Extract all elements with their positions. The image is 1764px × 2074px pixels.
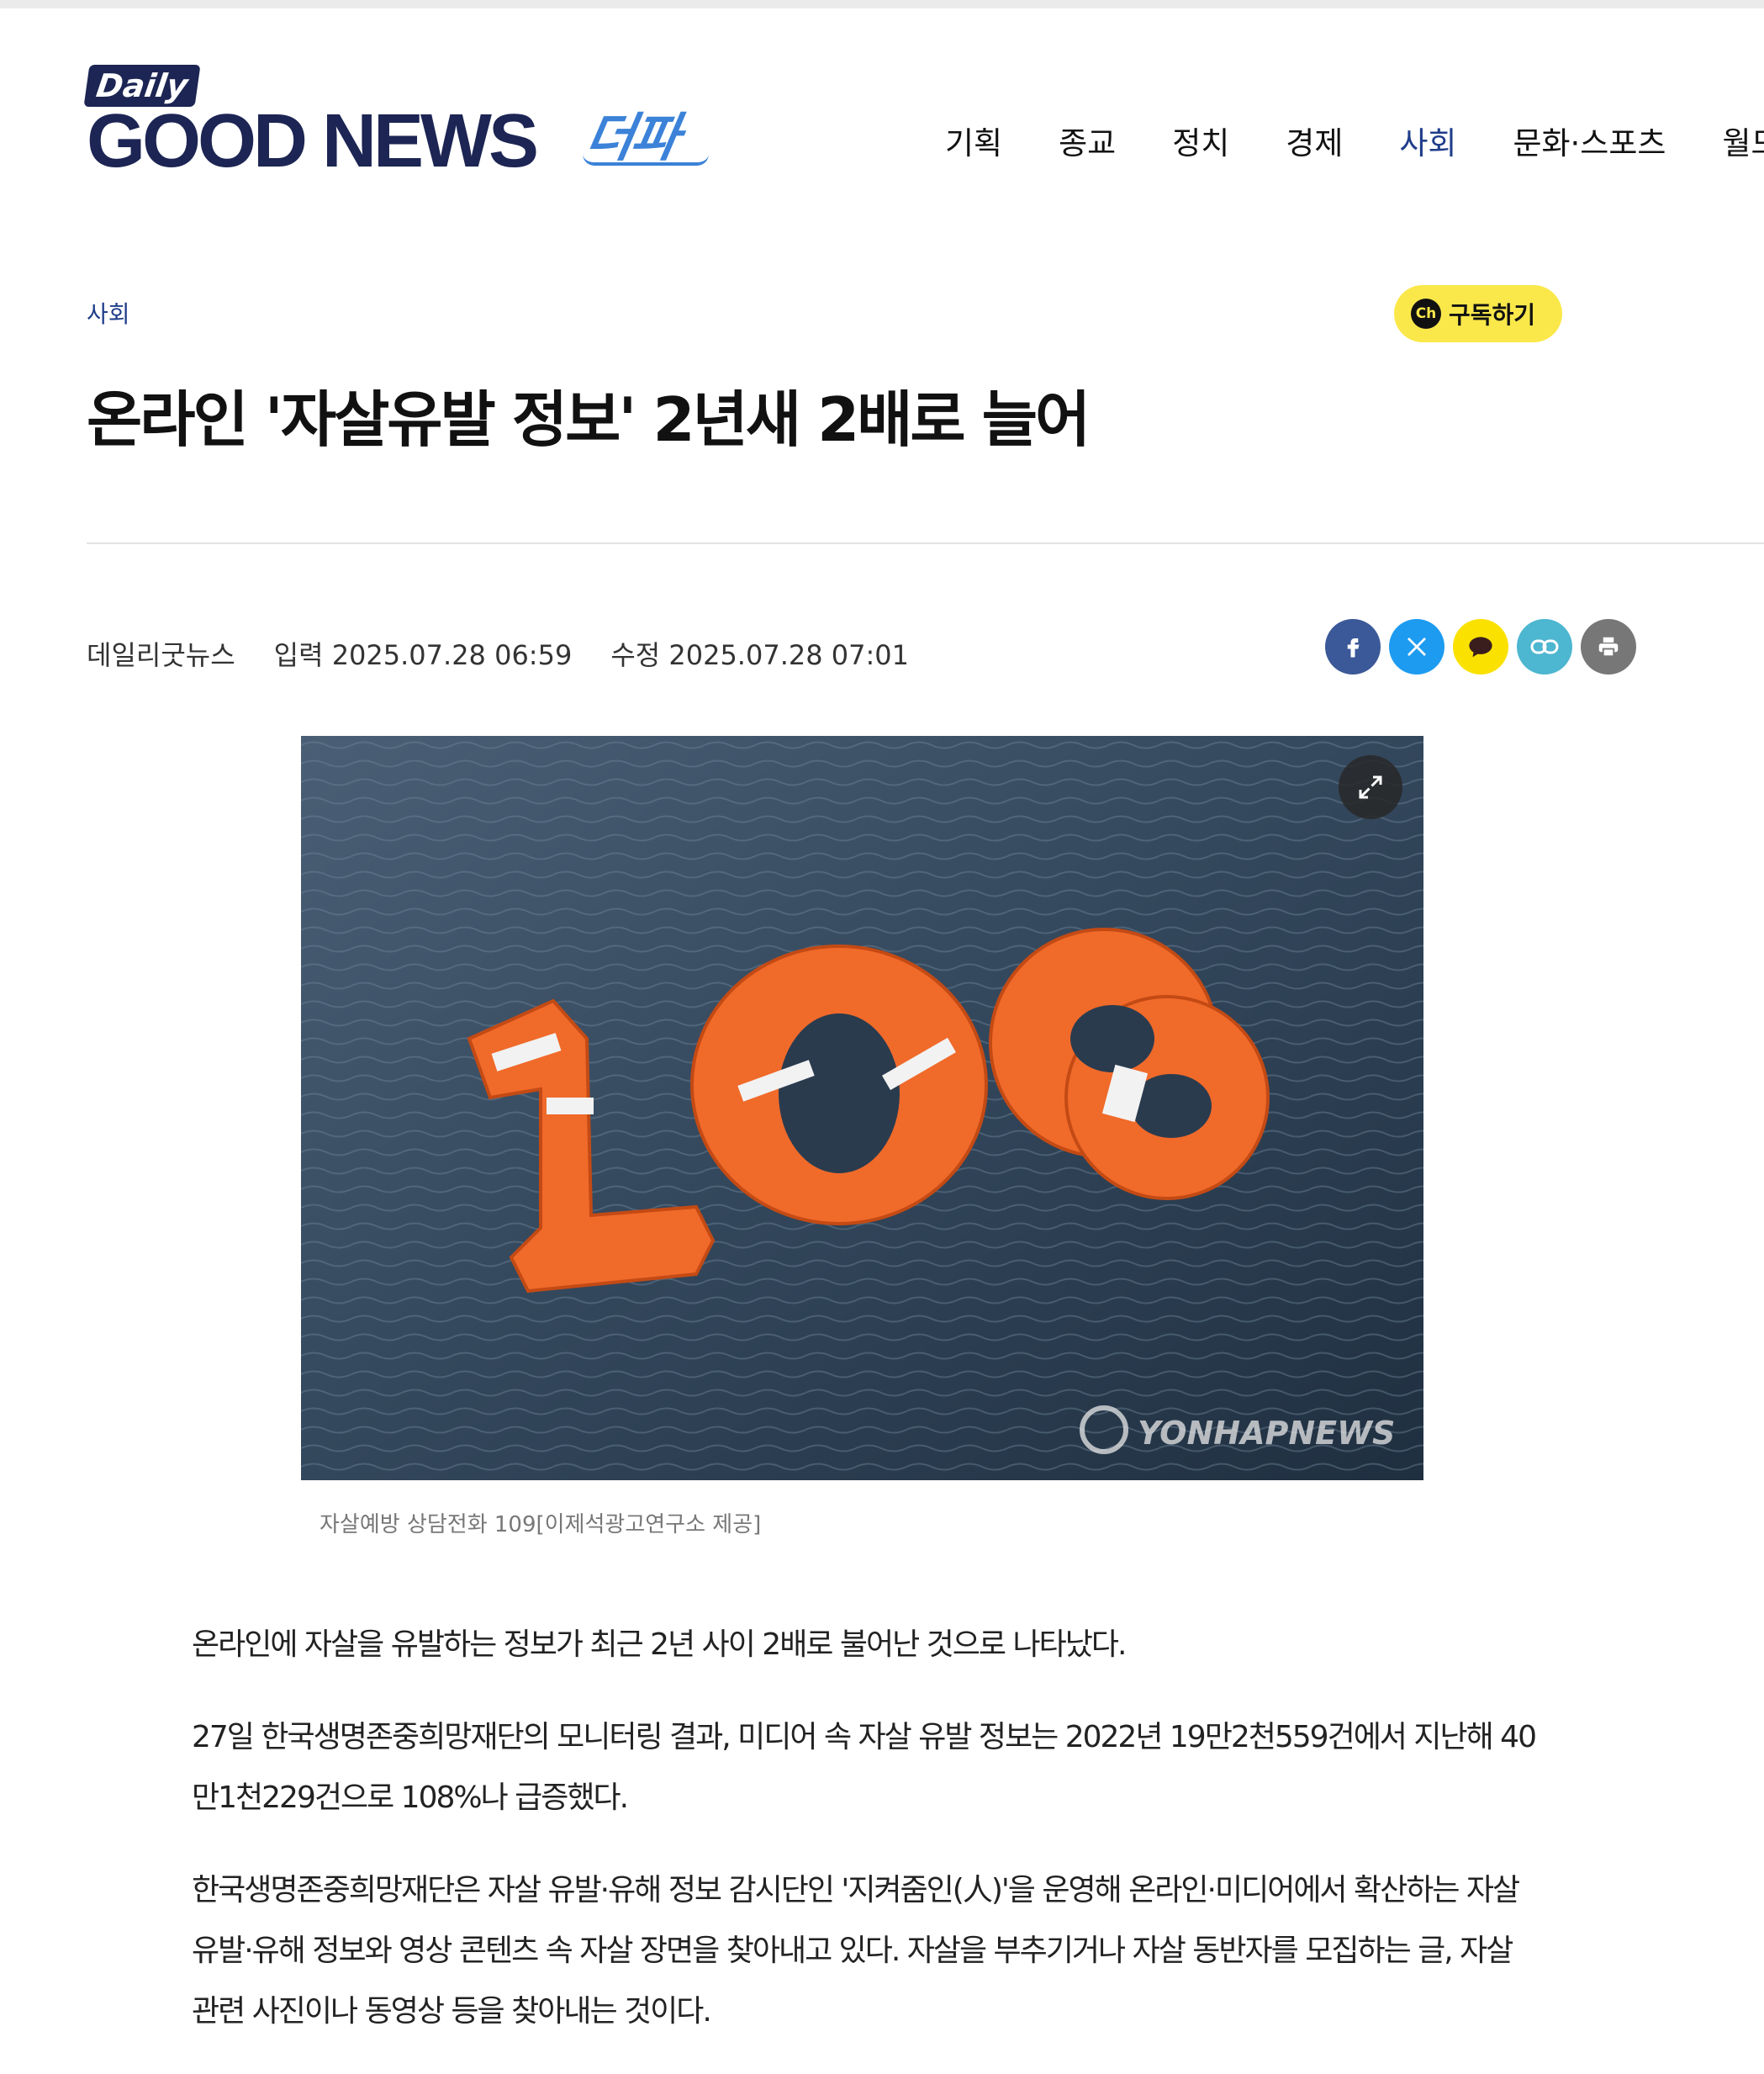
site-logo[interactable]: Daily GOOD NEWS 더파 bbox=[83, 63, 709, 183]
nav-item-planning[interactable]: 기획 bbox=[945, 118, 1002, 163]
article-source: 데일리굿뉴스 bbox=[87, 639, 235, 671]
article-paragraph: 온라인에 자살을 유발하는 정보가 최근 2년 사이 2배로 불어난 것으로 나… bbox=[192, 1627, 1127, 1662]
logo-brand-text: GOOD NEWS bbox=[87, 99, 539, 183]
article-paragraph: 27일 한국생명존중희망재단의 모니터링 결과, 미디어 속 자살 유발 정보는… bbox=[192, 1720, 1537, 1815]
link-icon bbox=[1530, 639, 1559, 654]
photo-expand-button[interactable] bbox=[1339, 755, 1402, 819]
x-icon bbox=[1408, 638, 1426, 656]
nav-item-religion[interactable]: 종교 bbox=[1059, 118, 1116, 163]
article-input-time: 입력 2025.07.28 06:59 bbox=[273, 639, 573, 671]
article-body: 온라인에 자살을 유발하는 정보가 최근 2년 사이 2배로 불어난 것으로 나… bbox=[192, 1615, 1537, 2074]
browser-top-bar bbox=[0, 0, 1764, 8]
print-button[interactable] bbox=[1581, 619, 1636, 675]
subscribe-button[interactable]: Ch 구독하기 bbox=[1394, 285, 1562, 342]
title-divider bbox=[87, 542, 1764, 544]
expand-icon bbox=[1359, 775, 1382, 799]
nav-item-politics[interactable]: 정치 bbox=[1172, 118, 1229, 163]
svg-text:YONHAPNEWS: YONHAPNEWS bbox=[1138, 1415, 1395, 1452]
article-photo[interactable]: YONHAPNEWS bbox=[301, 736, 1423, 1480]
article-meta: 데일리굿뉴스 입력 2025.07.28 06:59 수정 2025.07.28… bbox=[87, 634, 948, 673]
print-icon bbox=[1598, 637, 1619, 658]
nav-item-economy[interactable]: 경제 bbox=[1286, 118, 1343, 163]
share-buttons bbox=[1325, 619, 1645, 675]
nav-item-society[interactable]: 사회 bbox=[1399, 118, 1456, 163]
article-paragraph: 한국생명존중희망재단은 자살 유발·유해 정보 감시단인 '지켜줌인(人)'을 … bbox=[192, 1873, 1520, 2029]
share-x-button[interactable] bbox=[1389, 619, 1444, 675]
share-kakaotalk-button[interactable] bbox=[1453, 619, 1508, 675]
facebook-icon bbox=[1347, 638, 1360, 658]
nav-item-world[interactable]: 월드 bbox=[1722, 118, 1764, 163]
article-modified-time: 수정 2025.07.28 07:01 bbox=[610, 639, 909, 671]
logo-swoosh bbox=[583, 154, 709, 166]
share-link-button[interactable] bbox=[1517, 619, 1572, 675]
subscribe-label: 구독하기 bbox=[1449, 301, 1536, 329]
buoy-photo-illustration: YONHAPNEWS bbox=[301, 736, 1423, 1480]
article-title: 온라인 '자살유발 정보' 2년새 2배로 늘어 bbox=[87, 384, 1091, 455]
article-section-label[interactable]: 사회 bbox=[87, 296, 130, 330]
main-nav: 기획 종교 정치 경제 사회 문화·스포츠 월드 bbox=[945, 118, 1764, 163]
kakao-channel-icon: Ch bbox=[1411, 299, 1441, 329]
nav-item-culture-sports[interactable]: 문화·스포츠 bbox=[1513, 118, 1666, 163]
share-facebook-button[interactable] bbox=[1325, 619, 1381, 675]
kakaotalk-icon bbox=[1469, 637, 1492, 658]
photo-caption: 자살예방 상담전화 109[이제석광고연구소 제공] bbox=[320, 1512, 762, 1537]
buoy-digit-zero bbox=[690, 944, 988, 1225]
